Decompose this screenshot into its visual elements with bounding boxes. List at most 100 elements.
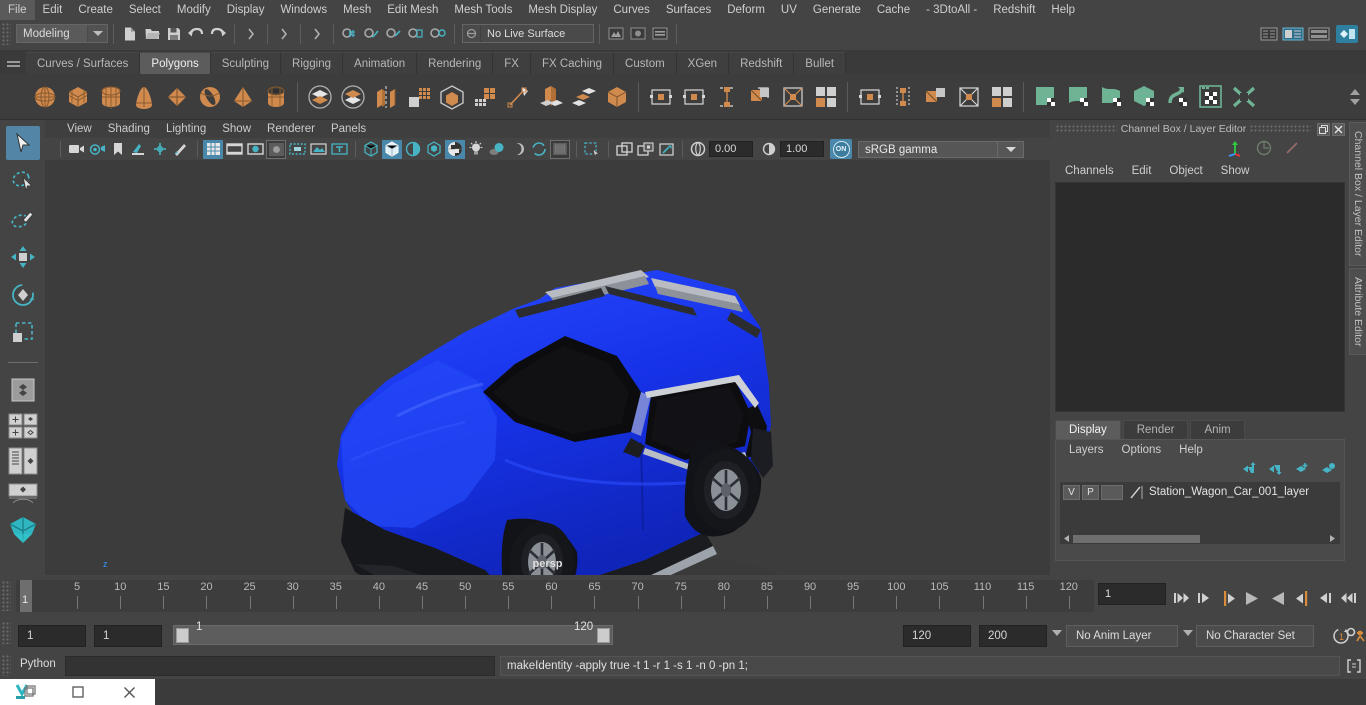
menu-set-selector[interactable]: Modeling	[16, 24, 108, 43]
poly-cube-icon[interactable]	[61, 80, 94, 114]
lasso-select-tool-button[interactable]	[6, 164, 40, 198]
texture-placement-icon[interactable]	[329, 140, 349, 159]
step-back-keyframe-icon[interactable]	[1195, 587, 1214, 609]
color-space-field[interactable]: sRGB gamma	[858, 140, 998, 158]
viewport-canvas[interactable]: z persp	[45, 160, 1050, 575]
character-set-field[interactable]: No Character Set	[1196, 625, 1314, 647]
menu-item-mesh[interactable]: Mesh	[335, 0, 379, 20]
range-slider-right-handle[interactable]	[597, 628, 610, 643]
new-layer-icon[interactable]	[1294, 462, 1310, 478]
quick-layout-single-button[interactable]	[6, 411, 40, 441]
light-manip-icon[interactable]	[308, 140, 328, 159]
xray-joints-icon[interactable]	[614, 140, 634, 159]
move-tool-button[interactable]	[6, 240, 40, 274]
menu-item-cache[interactable]: Cache	[869, 0, 918, 20]
xray-icon[interactable]	[582, 140, 602, 159]
play-forwards-icon[interactable]	[1267, 587, 1289, 609]
reduce-icon[interactable]	[468, 80, 501, 114]
color-management-toggle[interactable]: ON	[830, 139, 852, 159]
select-camera-icon[interactable]	[66, 140, 86, 159]
layer-color-swatch[interactable]	[1128, 485, 1144, 500]
menu-item-mesh-tools[interactable]: Mesh Tools	[446, 0, 520, 20]
render-settings-toggle-icon[interactable]	[1284, 140, 1300, 159]
scroll-down-icon[interactable]	[1350, 99, 1360, 105]
step-forward-keyframe-icon[interactable]	[1316, 587, 1335, 609]
channel-menu-edit[interactable]: Edit	[1123, 165, 1161, 177]
uv-snapshot-icon[interactable]	[985, 80, 1018, 114]
poly-cylinder-icon[interactable]	[94, 80, 127, 114]
ipr-render-icon[interactable]	[627, 23, 649, 45]
menu-item-edit-mesh[interactable]: Edit Mesh	[379, 0, 446, 20]
play-backwards-icon[interactable]	[1241, 587, 1263, 609]
menu-item-create[interactable]: Create	[70, 0, 121, 20]
channel-menu-channels[interactable]: Channels	[1056, 165, 1123, 177]
side-tab-attribute-editor[interactable]: Attribute Editor	[1349, 267, 1366, 355]
smooth-icon[interactable]	[402, 80, 435, 114]
channel-menu-show[interactable]: Show	[1212, 165, 1259, 177]
menu-item-modify[interactable]: Modify	[169, 0, 219, 20]
anim-layer-field[interactable]: No Anim Layer	[1066, 625, 1178, 647]
maya-app-icon[interactable]	[0, 679, 52, 705]
close-icon[interactable]	[1332, 122, 1345, 136]
menu-item-uv[interactable]: UV	[773, 0, 805, 20]
new-layer-from-selected-icon[interactable]	[1320, 462, 1336, 478]
uv-flip-icon[interactable]	[919, 80, 952, 114]
uv-planar-icon[interactable]	[677, 80, 710, 114]
shelf-tab-redshift[interactable]: Redshift	[729, 52, 795, 74]
snap-projected-icon[interactable]	[405, 23, 427, 45]
shelf-tab-fx-caching[interactable]: FX Caching	[530, 52, 615, 74]
render-current-frame-icon[interactable]	[605, 23, 627, 45]
poly-torus-icon[interactable]	[193, 80, 226, 114]
script-editor-icon[interactable]	[1346, 658, 1362, 674]
shelf-menu-icon[interactable]	[0, 50, 26, 74]
gamma-icon[interactable]	[759, 140, 779, 159]
shelf-tab-rigging[interactable]: Rigging	[281, 52, 344, 74]
select-component-icon[interactable]	[306, 23, 328, 45]
bookmark-icon[interactable]	[108, 140, 128, 159]
uv-layout-icon[interactable]	[809, 80, 842, 114]
viewport-menu-shading[interactable]: Shading	[100, 123, 158, 135]
grease-pencil-icon[interactable]	[171, 140, 191, 159]
poly-cone-icon[interactable]	[127, 80, 160, 114]
layer-menu-options[interactable]: Options	[1113, 444, 1171, 456]
character-set-dropdown-icon[interactable]	[1183, 630, 1193, 636]
redo-icon[interactable]	[207, 23, 229, 45]
separate-icon[interactable]	[336, 80, 369, 114]
layer-menu-layers[interactable]: Layers	[1060, 444, 1113, 456]
motion-blur-icon[interactable]	[529, 140, 549, 159]
layer-list[interactable]: V P Station_Wagon_Car_001_layer	[1060, 482, 1340, 544]
uv-cylindrical-icon[interactable]	[710, 80, 743, 114]
film-origin-icon[interactable]	[287, 140, 307, 159]
menu-item-3dtoall[interactable]: - 3DtoAll -	[918, 0, 985, 20]
live-surface-selector[interactable]: No Live Surface	[462, 24, 594, 43]
menu-item-redshift[interactable]: Redshift	[985, 0, 1043, 20]
gate-mask-icon[interactable]	[266, 139, 286, 159]
menu-item-generate[interactable]: Generate	[805, 0, 869, 20]
open-scene-icon[interactable]	[141, 23, 163, 45]
uv-sew-icon[interactable]	[886, 80, 919, 114]
menu-item-windows[interactable]: Windows	[272, 0, 335, 20]
texture-deform-icon[interactable]	[1095, 80, 1128, 114]
bridge-icon[interactable]	[600, 80, 633, 114]
menu-item-file[interactable]: File	[0, 0, 35, 20]
hw-texture-icon[interactable]	[445, 139, 465, 159]
chevron-down-icon[interactable]	[87, 25, 107, 42]
texture-transfer-icon[interactable]	[1227, 80, 1260, 114]
viewport-menu-view[interactable]: View	[59, 123, 100, 135]
xray-active-icon[interactable]	[635, 140, 655, 159]
shelf-tab-curves-surfaces[interactable]: Curves / Surfaces	[26, 52, 141, 74]
shadows-icon[interactable]	[487, 140, 507, 159]
texture-flow-icon[interactable]	[1161, 80, 1194, 114]
animation-preferences-icon[interactable]	[1334, 627, 1366, 648]
poly-plane-icon[interactable]	[160, 80, 193, 114]
menu-item-surfaces[interactable]: Surfaces	[658, 0, 719, 20]
bevel-icon[interactable]	[567, 80, 600, 114]
snap-curve-icon[interactable]	[361, 23, 383, 45]
grid-icon[interactable]	[203, 139, 223, 159]
undo-icon[interactable]	[185, 23, 207, 45]
move-layer-up-icon[interactable]	[1242, 462, 1258, 478]
texture-window-icon[interactable]	[1194, 80, 1227, 114]
menu-item-curves[interactable]: Curves	[605, 0, 657, 20]
poly-pyramid-icon[interactable]	[226, 80, 259, 114]
scroll-up-icon[interactable]	[1350, 89, 1360, 95]
